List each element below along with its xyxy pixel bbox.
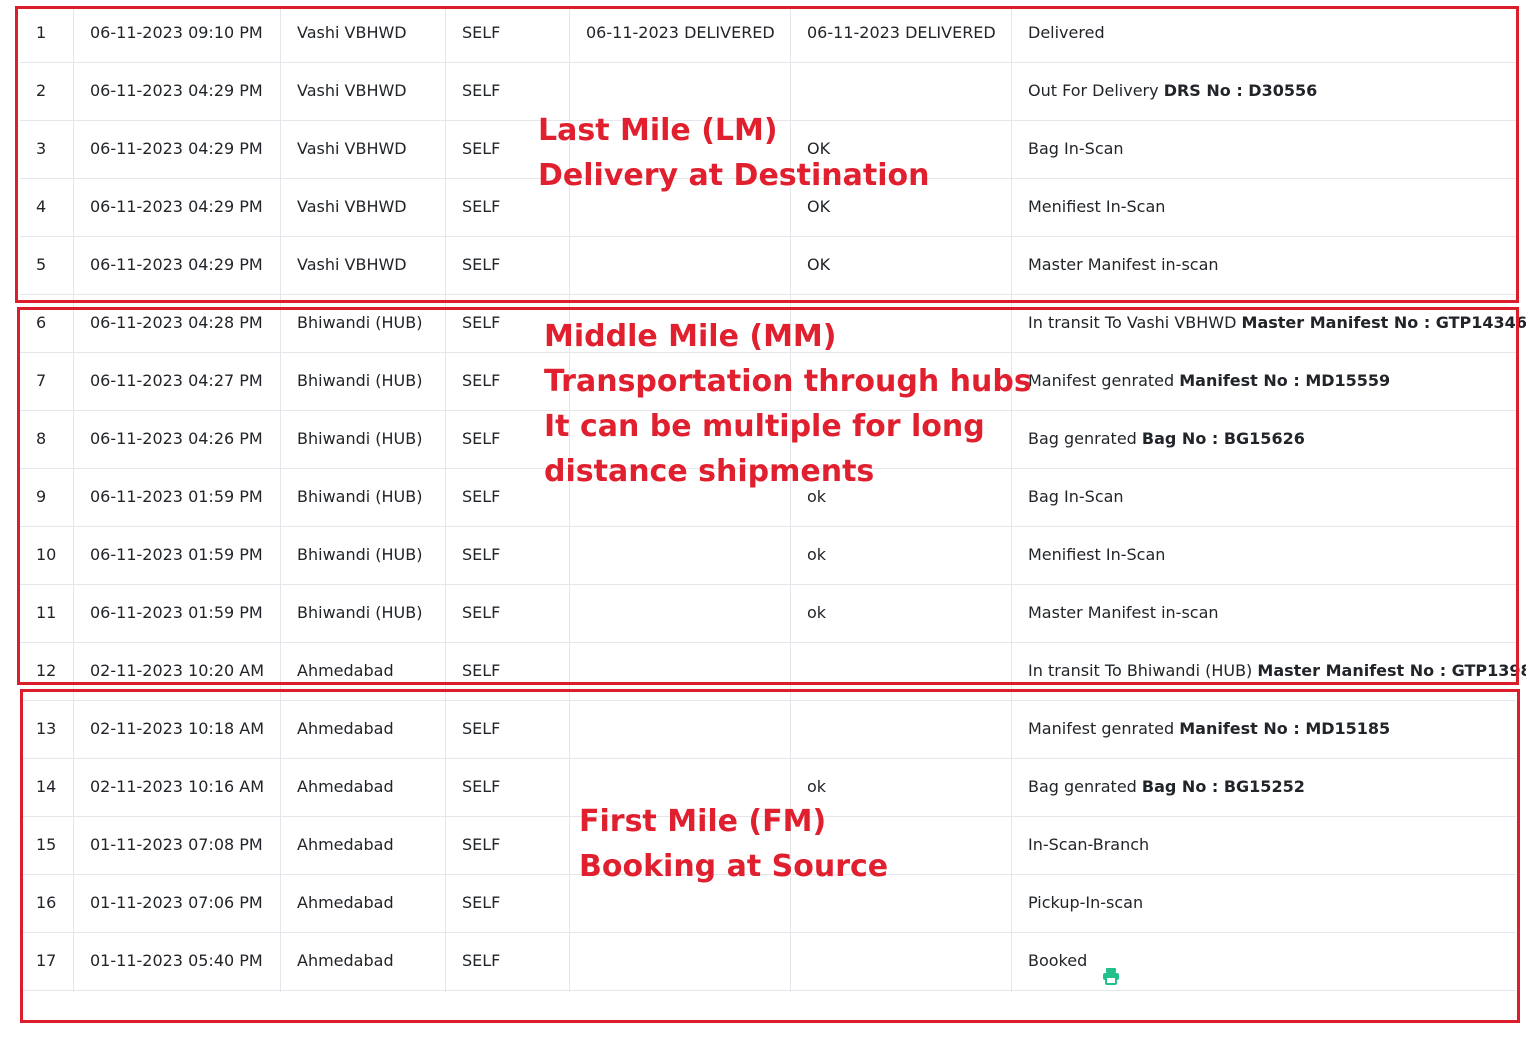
last-mile-annotation: Last Mile (LM) Delivery at Destination <box>538 108 929 198</box>
lm-line2: Delivery at Destination <box>538 158 930 193</box>
mm-line4: distance shipments <box>544 454 875 489</box>
mm-line1: Middle Mile (MM) <box>544 319 837 354</box>
mm-line2: Transportation through hubs <box>544 364 1032 399</box>
fm-line1: First Mile (FM) <box>579 804 827 839</box>
fm-line2: Booking at Source <box>579 849 889 884</box>
first-mile-annotation: First Mile (FM) Booking at Source <box>579 799 888 889</box>
mm-line3: It can be multiple for long <box>544 409 985 444</box>
middle-mile-annotation: Middle Mile (MM) Transportation through … <box>544 314 1032 494</box>
lm-line1: Last Mile (LM) <box>538 113 778 148</box>
